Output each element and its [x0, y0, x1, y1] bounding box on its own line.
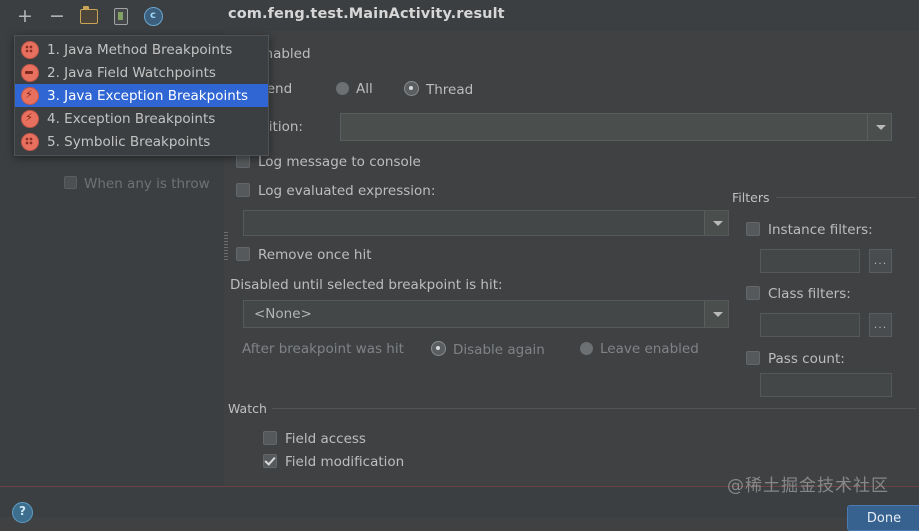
menu-item-label: 5. Symbolic Breakpoints [47, 133, 211, 150]
field-modification-checkbox[interactable] [263, 454, 277, 468]
menu-item-java-method-breakpoints[interactable]: 1. Java Method Breakpoints [15, 38, 268, 61]
field-access-row[interactable]: Field access [263, 431, 366, 447]
pass-count-row[interactable]: Pass count: [746, 351, 845, 367]
log-expression-combobox[interactable] [243, 210, 729, 236]
watermark: @稀土掘金技术社区 [727, 476, 889, 496]
suspend-all-radio-row[interactable]: All [336, 81, 373, 97]
method-breakpoint-icon [21, 40, 39, 59]
done-button[interactable]: Done [847, 505, 919, 531]
menu-item-label: 4. Exception Breakpoints [47, 110, 216, 127]
menu-item-symbolic-breakpoints[interactable]: 5. Symbolic Breakpoints [15, 130, 268, 153]
chevron-down-icon[interactable] [867, 114, 891, 140]
mute-breakpoints-button[interactable]: c [142, 5, 164, 27]
suspend-thread-radio[interactable] [404, 81, 419, 96]
breakpoints-dialog: + − c com.feng.test.MainActivity.result … [0, 0, 919, 531]
after-hit-disable-label: Disable again [453, 342, 545, 358]
tree-item-checkbox[interactable] [64, 176, 77, 189]
instance-filters-checkbox[interactable] [746, 222, 760, 236]
breakpoint-properties-pane: Enabled Suspend All Thread Condition: Lo… [228, 31, 919, 501]
group-folder-button[interactable] [78, 5, 100, 27]
after-hit-disable-radio[interactable] [431, 341, 446, 356]
remove-once-hit-row[interactable]: Remove once hit [236, 247, 372, 263]
exception-breakpoint-icon [21, 109, 39, 128]
disabled-until-combobox[interactable]: <None> [243, 300, 729, 328]
folder-icon [80, 6, 98, 24]
page-title: com.feng.test.MainActivity.result [228, 6, 505, 22]
menu-item-exception-breakpoints[interactable]: 4. Exception Breakpoints [15, 107, 268, 130]
copy-breakpoint-icon [114, 7, 128, 25]
watch-group-title: Watch [228, 401, 267, 416]
dialog-toolbar: + − c com.feng.test.MainActivity.result [0, 0, 919, 31]
watch-group-divider [272, 408, 916, 409]
log-expression-label: Log evaluated expression: [258, 183, 436, 199]
chevron-down-icon[interactable] [704, 211, 728, 235]
help-icon[interactable] [12, 502, 33, 523]
class-filters-input[interactable] [760, 313, 860, 337]
remove-once-hit-checkbox[interactable] [236, 247, 250, 261]
exception-breakpoint-icon [21, 86, 39, 105]
disabled-until-value: <None> [254, 306, 312, 322]
pass-count-label: Pass count: [768, 351, 845, 367]
after-hit-label: After breakpoint was hit [242, 341, 404, 357]
menu-item-java-field-watchpoints[interactable]: 2. Java Field Watchpoints [15, 61, 268, 84]
suspend-thread-radio-row[interactable]: Thread [404, 81, 473, 98]
menu-item-label: 3. Java Exception Breakpoints [47, 87, 249, 104]
log-message-row[interactable]: Log message to console [236, 154, 421, 170]
filters-group-title: Filters [732, 190, 770, 205]
field-access-checkbox[interactable] [263, 431, 277, 445]
field-access-label: Field access [285, 431, 366, 447]
menu-item-label: 1. Java Method Breakpoints [47, 41, 233, 58]
log-message-checkbox[interactable] [236, 154, 250, 168]
disabled-until-label: Disabled until selected breakpoint is hi… [230, 277, 503, 293]
menu-item-java-exception-breakpoints[interactable]: 3. Java Exception Breakpoints [15, 84, 268, 107]
class-filters-browse-button[interactable]: ... [869, 313, 892, 337]
after-hit-disable-radio-row[interactable]: Disable again [431, 341, 545, 358]
class-filters-label: Class filters: [768, 286, 851, 302]
class-filters-row[interactable]: Class filters: [746, 286, 851, 302]
tree-item-when-any-is-throw[interactable]: When any is throw [64, 176, 210, 192]
filters-group-divider [776, 197, 916, 198]
add-breakpoint-button[interactable]: + [14, 5, 36, 27]
condition-combobox[interactable] [340, 113, 892, 141]
log-expression-row[interactable]: Log evaluated expression: [236, 183, 435, 199]
symbolic-breakpoint-icon [21, 132, 39, 151]
add-breakpoint-menu[interactable]: 1. Java Method Breakpoints 2. Java Field… [14, 35, 269, 156]
toolbar-button-group: + − c [14, 5, 164, 27]
suspend-thread-label: Thread [426, 82, 474, 98]
log-expression-checkbox[interactable] [236, 183, 250, 197]
instance-filters-input[interactable] [760, 249, 860, 273]
pass-count-input[interactable] [760, 373, 892, 397]
tree-item-label: When any is throw [84, 176, 210, 192]
log-message-label: Log message to console [258, 154, 421, 170]
suspend-all-radio[interactable] [336, 82, 349, 95]
chevron-down-icon[interactable] [704, 301, 728, 327]
suspend-all-label: All [356, 81, 373, 97]
copy-breakpoint-button[interactable] [110, 5, 132, 27]
instance-filters-row[interactable]: Instance filters: [746, 222, 873, 238]
menu-item-label: 2. Java Field Watchpoints [47, 64, 216, 81]
pass-count-checkbox[interactable] [746, 351, 760, 365]
circle-c-icon: c [143, 6, 163, 26]
field-watchpoint-icon [21, 63, 39, 82]
instance-filters-label: Instance filters: [768, 222, 873, 238]
class-filters-checkbox[interactable] [746, 286, 760, 300]
remove-breakpoint-button[interactable]: − [46, 5, 68, 27]
field-modification-label: Field modification [285, 454, 405, 470]
remove-once-hit-label: Remove once hit [258, 247, 372, 263]
field-modification-row[interactable]: Field modification [263, 454, 404, 470]
instance-filters-browse-button[interactable]: ... [869, 249, 892, 273]
after-hit-leave-radio[interactable] [580, 342, 593, 355]
after-hit-leave-label: Leave enabled [600, 341, 699, 357]
after-hit-leave-radio-row[interactable]: Leave enabled [580, 341, 699, 357]
